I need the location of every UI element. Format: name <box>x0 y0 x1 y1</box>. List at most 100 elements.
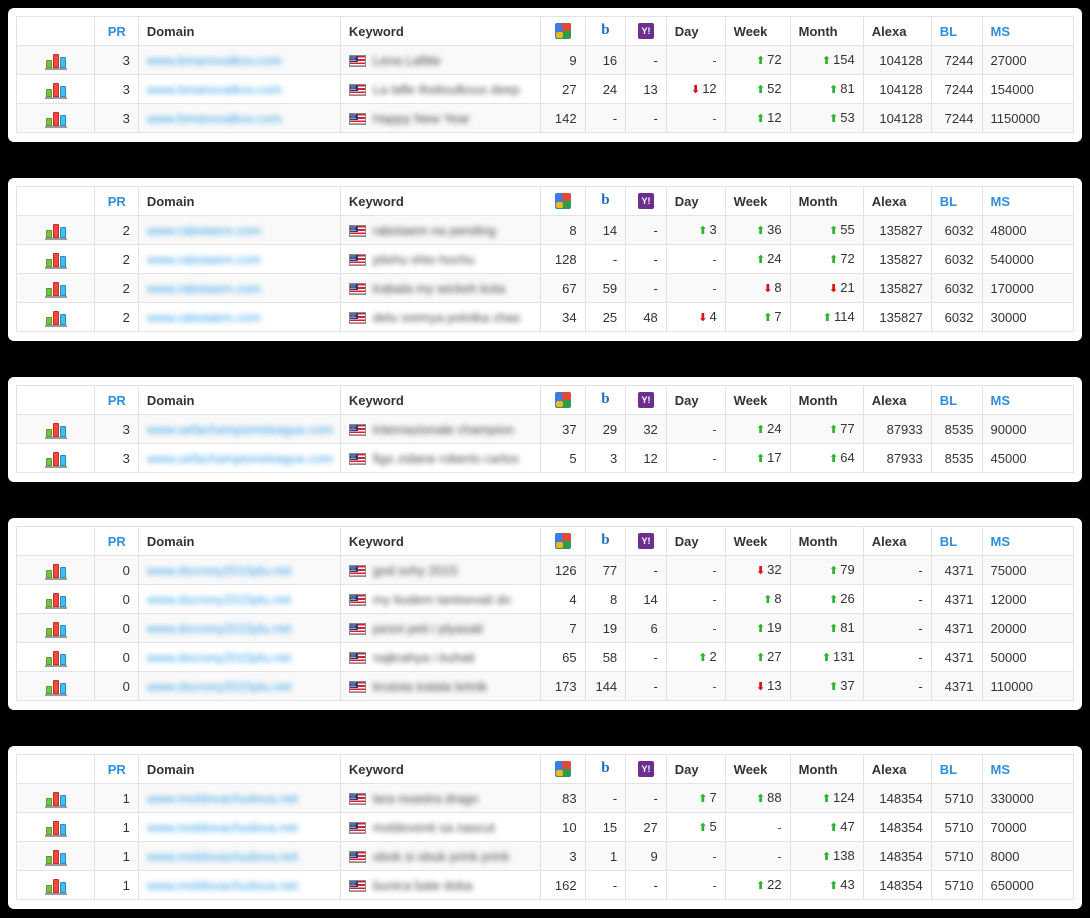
domain-link[interactable]: www.moldovachudova.net <box>147 785 298 812</box>
header-google[interactable] <box>539 16 586 46</box>
header-bing[interactable]: b <box>584 385 627 415</box>
header-domain[interactable]: Domain <box>137 16 341 46</box>
header-yahoo[interactable]: Y! <box>625 754 667 784</box>
header-alexa[interactable]: Alexa <box>862 526 932 556</box>
bar-chart-icon[interactable] <box>44 679 67 696</box>
header-yahoo[interactable]: Y! <box>625 186 667 216</box>
chart-cell[interactable] <box>15 74 96 104</box>
bar-chart-icon[interactable] <box>44 252 67 269</box>
domain-link[interactable]: www.uefachampionsleague.com <box>147 416 333 443</box>
header-bl[interactable]: BL <box>930 385 983 415</box>
header-month[interactable]: Month <box>789 186 864 216</box>
header-pr[interactable]: PR <box>94 526 139 556</box>
domain-link[interactable]: www.rabotaem.com <box>147 275 261 302</box>
bar-chart-icon[interactable] <box>44 111 67 128</box>
chart-cell[interactable] <box>15 812 96 842</box>
chart-cell[interactable] <box>15 244 96 274</box>
header-day[interactable]: Day <box>665 186 726 216</box>
domain-link[interactable]: www.moldovachudova.net <box>147 872 298 899</box>
header-domain[interactable]: Domain <box>137 186 341 216</box>
bar-chart-icon[interactable] <box>44 82 67 99</box>
bar-chart-icon[interactable] <box>44 791 67 808</box>
header-bing[interactable]: b <box>584 186 627 216</box>
header-google[interactable] <box>539 754 586 784</box>
bar-chart-icon[interactable] <box>44 878 67 895</box>
header-day[interactable]: Day <box>665 385 726 415</box>
domain-link[interactable]: www.rabotaem.com <box>147 217 261 244</box>
bar-chart-icon[interactable] <box>44 310 67 327</box>
domain-link[interactable]: www.dscrony2015plu.net <box>147 615 292 642</box>
header-day[interactable]: Day <box>665 754 726 784</box>
domain-link[interactable]: www.dscrony2015plu.net <box>147 673 292 700</box>
header-keyword[interactable]: Keyword <box>339 385 541 415</box>
header-week[interactable]: Week <box>724 754 791 784</box>
header-pr[interactable]: PR <box>94 754 139 784</box>
header-bing[interactable]: b <box>584 16 627 46</box>
domain-link[interactable]: www.dscrony2015plu.net <box>147 557 292 584</box>
header-yahoo[interactable]: Y! <box>625 16 667 46</box>
header-pr[interactable]: PR <box>94 385 139 415</box>
bar-chart-icon[interactable] <box>44 820 67 837</box>
chart-cell[interactable] <box>15 841 96 871</box>
domain-link[interactable]: www.dscrony2015plu.net <box>147 586 292 613</box>
domain-link[interactable]: www.uefachampionsleague.com <box>147 445 333 472</box>
header-ms[interactable]: MS <box>981 186 1075 216</box>
domain-link[interactable]: www.dscrony2015plu.net <box>147 644 292 671</box>
header-week[interactable]: Week <box>724 526 791 556</box>
header-keyword[interactable]: Keyword <box>339 754 541 784</box>
domain-link[interactable]: www.bmanovalkov.com <box>147 76 282 103</box>
header-yahoo[interactable]: Y! <box>625 385 667 415</box>
chart-cell[interactable] <box>15 671 96 701</box>
domain-link[interactable]: www.rabotaem.com <box>147 304 261 331</box>
chart-cell[interactable] <box>15 215 96 245</box>
chart-cell[interactable] <box>15 443 96 473</box>
header-pr[interactable]: PR <box>94 186 139 216</box>
bar-chart-icon[interactable] <box>44 223 67 240</box>
bar-chart-icon[interactable] <box>44 451 67 468</box>
header-ms[interactable]: MS <box>981 385 1075 415</box>
chart-cell[interactable] <box>15 584 96 614</box>
chart-cell[interactable] <box>15 45 96 75</box>
header-alexa[interactable]: Alexa <box>862 186 932 216</box>
header-month[interactable]: Month <box>789 526 864 556</box>
header-keyword[interactable]: Keyword <box>339 16 541 46</box>
header-ms[interactable]: MS <box>981 16 1075 46</box>
bar-chart-icon[interactable] <box>44 650 67 667</box>
domain-link[interactable]: www.rabotaem.com <box>147 246 261 273</box>
header-bl[interactable]: BL <box>930 16 983 46</box>
header-month[interactable]: Month <box>789 385 864 415</box>
bar-chart-icon[interactable] <box>44 563 67 580</box>
header-domain[interactable]: Domain <box>137 754 341 784</box>
header-month[interactable]: Month <box>789 16 864 46</box>
bar-chart-icon[interactable] <box>44 53 67 70</box>
chart-cell[interactable] <box>15 414 96 444</box>
domain-link[interactable]: www.bmanovalkov.com <box>147 105 282 132</box>
chart-cell[interactable] <box>15 870 96 900</box>
domain-link[interactable]: www.moldovachudova.net <box>147 843 298 870</box>
header-week[interactable]: Week <box>724 385 791 415</box>
header-bl[interactable]: BL <box>930 754 983 784</box>
header-ms[interactable]: MS <box>981 754 1075 784</box>
header-bing[interactable]: b <box>584 526 627 556</box>
header-month[interactable]: Month <box>789 754 864 784</box>
domain-link[interactable]: www.moldovachudova.net <box>147 814 298 841</box>
header-yahoo[interactable]: Y! <box>625 526 667 556</box>
header-keyword[interactable]: Keyword <box>339 186 541 216</box>
header-day[interactable]: Day <box>665 16 726 46</box>
header-google[interactable] <box>539 526 586 556</box>
bar-chart-icon[interactable] <box>44 422 67 439</box>
chart-cell[interactable] <box>15 555 96 585</box>
header-day[interactable]: Day <box>665 526 726 556</box>
chart-cell[interactable] <box>15 302 96 332</box>
header-alexa[interactable]: Alexa <box>862 754 932 784</box>
header-domain[interactable]: Domain <box>137 526 341 556</box>
header-domain[interactable]: Domain <box>137 385 341 415</box>
bar-chart-icon[interactable] <box>44 281 67 298</box>
header-week[interactable]: Week <box>724 16 791 46</box>
chart-cell[interactable] <box>15 613 96 643</box>
domain-link[interactable]: www.bmanovalkov.com <box>147 47 282 74</box>
chart-cell[interactable] <box>15 783 96 813</box>
header-bl[interactable]: BL <box>930 186 983 216</box>
header-google[interactable] <box>539 186 586 216</box>
chart-cell[interactable] <box>15 642 96 672</box>
